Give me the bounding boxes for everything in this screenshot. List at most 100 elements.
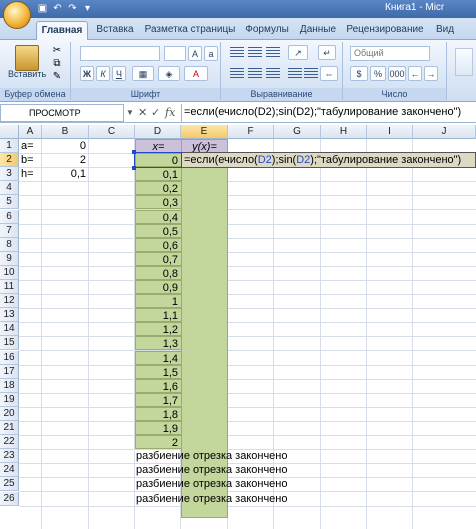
- reference-handle[interactable]: [132, 166, 136, 170]
- tab-view[interactable]: Вид: [430, 21, 460, 40]
- x-header-cell[interactable]: x=: [135, 139, 182, 153]
- align-bottom-icon[interactable]: [266, 47, 280, 59]
- orientation-icon[interactable]: ↗: [288, 45, 308, 60]
- row-header-6[interactable]: 6: [0, 209, 19, 224]
- chevron-down-icon[interactable]: ▼: [126, 104, 134, 122]
- insert-function-icon[interactable]: fx: [165, 104, 175, 122]
- column-header-j[interactable]: J: [413, 125, 476, 139]
- row-header-3[interactable]: 3: [0, 167, 19, 182]
- font-color-icon[interactable]: A: [184, 66, 208, 81]
- x-value-cell[interactable]: 0,5: [135, 223, 182, 238]
- row-header-18[interactable]: 18: [0, 378, 19, 393]
- tab-home[interactable]: Главная: [36, 21, 88, 41]
- x-value-cell[interactable]: 0,3: [135, 195, 182, 210]
- row-header-11[interactable]: 11: [0, 280, 19, 294]
- param-b-value[interactable]: 2: [42, 153, 89, 167]
- row-header-10[interactable]: 10: [0, 265, 19, 280]
- column-header-e[interactable]: E: [181, 125, 228, 139]
- align-left-icon[interactable]: [230, 68, 244, 80]
- tab-data[interactable]: Данные: [295, 21, 341, 40]
- underline-button[interactable]: Ч: [112, 66, 126, 81]
- enter-icon[interactable]: ✓: [151, 104, 160, 122]
- row-header-9[interactable]: 9: [0, 251, 19, 266]
- cut-icon[interactable]: ✂: [50, 45, 64, 57]
- align-middle-icon[interactable]: [248, 47, 262, 59]
- redo-icon[interactable]: ↷: [66, 3, 79, 15]
- x-value-cell[interactable]: 0,8: [135, 265, 182, 280]
- x-value-cell[interactable]: 1,7: [135, 392, 182, 407]
- align-top-icon[interactable]: [230, 47, 244, 59]
- tab-page-layout[interactable]: Разметка страницы: [141, 21, 239, 40]
- finished-message-cell[interactable]: разбиение отрезка закончено: [136, 492, 288, 506]
- x-value-cell[interactable]: 1,8: [135, 406, 182, 421]
- row-header-26[interactable]: 26: [0, 491, 19, 506]
- formula-input[interactable]: =если(ечисло(D2);sin(D2);"табулирование …: [181, 104, 476, 122]
- column-header-d[interactable]: D: [135, 125, 181, 139]
- row-header-24[interactable]: 24: [0, 463, 19, 478]
- param-a-value[interactable]: 0: [42, 139, 89, 153]
- finished-message-cell[interactable]: разбиение отрезка закончено: [136, 477, 288, 491]
- thousands-icon[interactable]: 000: [388, 66, 406, 81]
- save-icon[interactable]: ▣: [36, 3, 49, 15]
- reference-handle[interactable]: [132, 150, 136, 154]
- decrease-indent-icon[interactable]: [288, 68, 302, 80]
- x-value-cell[interactable]: 1,3: [135, 336, 182, 351]
- x-value-cell[interactable]: 1,4: [135, 350, 182, 365]
- column-header-h[interactable]: H: [321, 125, 367, 139]
- x-value-cell[interactable]: 1,2: [135, 322, 182, 337]
- x-value-cell[interactable]: 1,1: [135, 308, 182, 323]
- merge-cells-icon[interactable]: ⇔: [320, 66, 338, 81]
- row-header-20[interactable]: 20: [0, 406, 19, 421]
- y-header-cell[interactable]: y(x)=: [181, 139, 228, 153]
- select-all-button[interactable]: [0, 125, 19, 139]
- row-header-17[interactable]: 17: [0, 364, 19, 379]
- row-header-25[interactable]: 25: [0, 477, 19, 492]
- format-painter-icon[interactable]: ✎: [50, 71, 64, 83]
- x-value-cell[interactable]: 0,2: [135, 181, 182, 196]
- cancel-icon[interactable]: ✕: [138, 104, 147, 122]
- row-header-2[interactable]: 2: [0, 153, 19, 168]
- grow-font-icon[interactable]: A: [188, 46, 202, 61]
- column-header-g[interactable]: G: [274, 125, 321, 139]
- office-button[interactable]: [3, 1, 31, 29]
- finished-message-cell[interactable]: разбиение отрезка закончено: [136, 449, 288, 463]
- fill-color-icon[interactable]: ◈: [158, 66, 180, 81]
- copy-icon[interactable]: ⧉: [50, 58, 64, 70]
- tab-review[interactable]: Рецензирование: [343, 21, 427, 40]
- increase-decimal-icon[interactable]: ←: [408, 66, 422, 81]
- x-value-cell[interactable]: 0,9: [135, 280, 182, 294]
- undo-icon[interactable]: ↶: [51, 3, 64, 15]
- row-header-16[interactable]: 16: [0, 350, 19, 365]
- row-header-13[interactable]: 13: [0, 308, 19, 323]
- font-size-combo[interactable]: [164, 46, 186, 61]
- x-value-cell[interactable]: 0,6: [135, 237, 182, 252]
- align-center-icon[interactable]: [248, 68, 262, 80]
- row-header-22[interactable]: 22: [0, 435, 19, 450]
- shrink-font-icon[interactable]: a: [204, 46, 218, 61]
- column-header-f[interactable]: F: [228, 125, 274, 139]
- row-header-14[interactable]: 14: [0, 322, 19, 337]
- styles-button[interactable]: [455, 48, 473, 76]
- paste-button-label[interactable]: Вставить: [8, 69, 46, 81]
- x-value-cell[interactable]: 1,6: [135, 378, 182, 393]
- x-value-cell[interactable]: 1: [135, 294, 182, 309]
- row-header-23[interactable]: 23: [0, 449, 19, 464]
- customize-toolbar-icon[interactable]: ▾: [81, 3, 94, 15]
- param-h-value[interactable]: 0,1: [42, 167, 89, 181]
- currency-icon[interactable]: $: [350, 66, 368, 81]
- paste-icon[interactable]: [15, 45, 39, 71]
- column-header-a[interactable]: A: [19, 125, 42, 139]
- row-header-5[interactable]: 5: [0, 195, 19, 210]
- increase-indent-icon[interactable]: [304, 68, 318, 80]
- number-format-combo[interactable]: Общий: [350, 46, 430, 61]
- x-value-cell[interactable]: 2: [135, 435, 182, 450]
- tab-insert[interactable]: Вставка: [92, 21, 138, 40]
- x-value-cell[interactable]: 0,4: [135, 209, 182, 224]
- x-value-cell[interactable]: 0,1: [135, 167, 182, 182]
- x-value-cell[interactable]: 1,5: [135, 364, 182, 379]
- row-header-12[interactable]: 12: [0, 294, 19, 309]
- percent-icon[interactable]: %: [370, 66, 386, 81]
- name-box[interactable]: ПРОСМОТР: [0, 104, 124, 122]
- column-header-i[interactable]: I: [367, 125, 413, 139]
- row-header-15[interactable]: 15: [0, 336, 19, 351]
